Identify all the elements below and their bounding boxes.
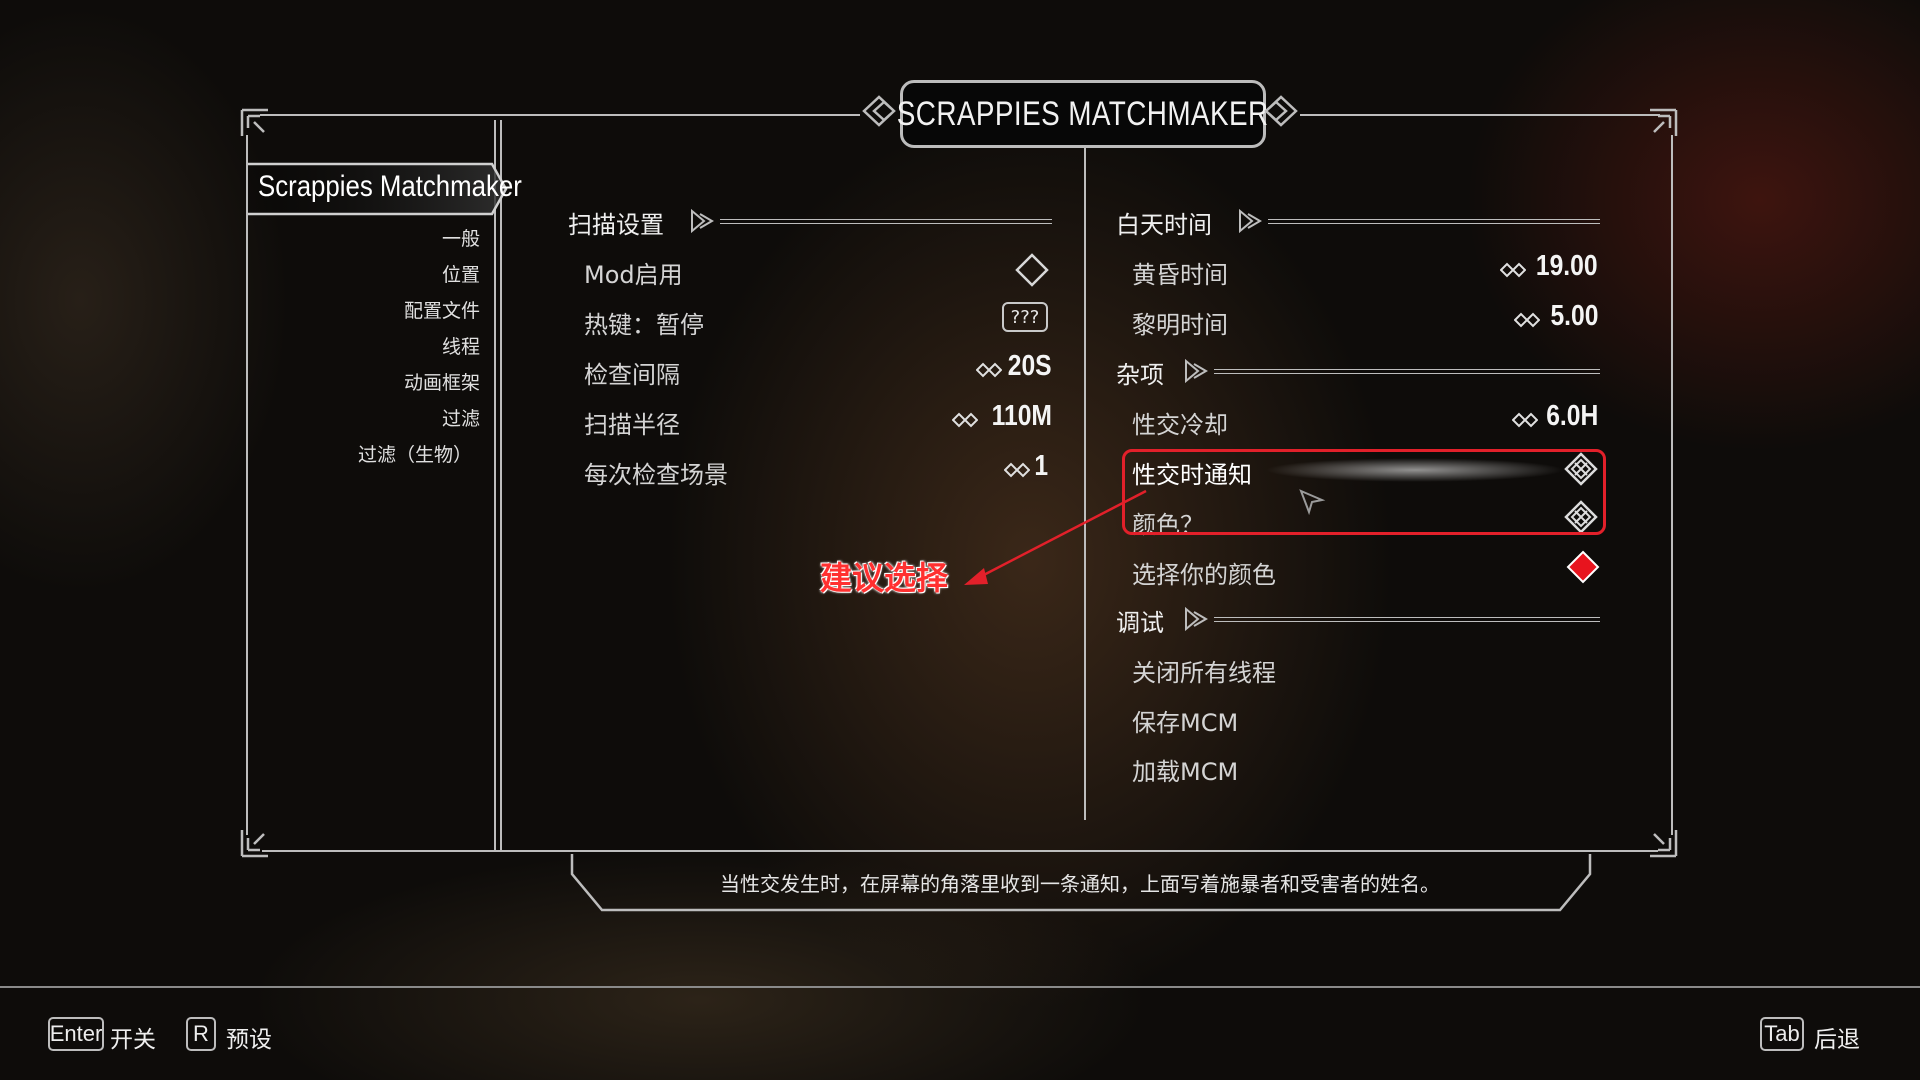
section-title-daytime: 白天时间 bbox=[1116, 211, 1212, 239]
option-load-mcm-label[interactable]: 加载MCM bbox=[1132, 752, 1238, 787]
section-title-scan-settings: 扫描设置 bbox=[568, 211, 664, 239]
frame-top-right-line bbox=[1300, 114, 1660, 116]
mouse-cursor-icon bbox=[1299, 489, 1326, 516]
option-scan-radius-value[interactable]: 110M bbox=[992, 400, 1052, 433]
section-divider bbox=[1214, 369, 1600, 374]
slider-arrows-icon bbox=[976, 362, 1002, 378]
sidebar-divider-b bbox=[500, 120, 502, 850]
option-dawn-label[interactable]: 黎明时间 bbox=[1132, 305, 1228, 340]
section-ornament-icon bbox=[691, 209, 714, 233]
section-divider bbox=[1268, 219, 1600, 224]
corner-ornament-icon bbox=[238, 106, 272, 140]
key-r-action-label[interactable]: 预设 bbox=[226, 1020, 272, 1054]
slider-arrows-icon bbox=[1500, 262, 1526, 278]
option-scan-radius-label[interactable]: 扫描半径 bbox=[584, 405, 680, 440]
slider-arrows-icon bbox=[1512, 412, 1538, 428]
option-hotkey-pause-label[interactable]: 热键：暂停 bbox=[584, 305, 704, 340]
option-scenes-per-check-label[interactable]: 每次检查场景 bbox=[584, 455, 728, 490]
slider-arrows-icon bbox=[1004, 462, 1030, 478]
key-enter-icon[interactable]: Enter bbox=[48, 1017, 104, 1051]
annotation-arrow-icon bbox=[964, 489, 1147, 585]
section-ornament-icon bbox=[1239, 209, 1262, 233]
corner-ornament-icon bbox=[238, 826, 272, 860]
option-check-interval-label[interactable]: 检查间隔 bbox=[584, 355, 680, 390]
option-description-text: 当性交发生时，在屏幕的角落里收到一条通知，上面写着施暴者和受害者的姓名。 bbox=[720, 872, 1440, 896]
window-title: SCRAPPIES MATCHMAKER bbox=[897, 94, 1269, 133]
option-save-mcm-label[interactable]: 保存MCM bbox=[1132, 703, 1238, 738]
sidebar-item-filter[interactable]: 过滤 bbox=[442, 404, 480, 431]
option-dawn-value[interactable]: 5.00 bbox=[1550, 300, 1598, 333]
corner-ornament-icon bbox=[1646, 106, 1680, 140]
section-ornament-icon bbox=[1185, 359, 1208, 383]
hotkey-value-box[interactable]: ??? bbox=[1002, 302, 1048, 332]
frame-right-line bbox=[1671, 135, 1673, 835]
key-tab-icon[interactable]: Tab bbox=[1760, 1017, 1804, 1051]
slider-arrows-icon bbox=[952, 412, 978, 428]
option-scenes-per-check-value[interactable]: 1 bbox=[1034, 450, 1048, 483]
window-title-box: SCRAPPIES MATCHMAKER bbox=[897, 80, 1269, 148]
option-cooldown-value[interactable]: 6.0H bbox=[1546, 400, 1598, 433]
sidebar-item-filter-creatures[interactable]: 过滤（生物） bbox=[358, 440, 472, 467]
section-title-misc: 杂项 bbox=[1116, 361, 1164, 389]
option-close-threads-label[interactable]: 关闭所有线程 bbox=[1132, 653, 1276, 688]
annotation-recommend-text: 建议选择 bbox=[820, 559, 949, 597]
sidebar-mod-tab-selected[interactable]: Scrappies Matchmaker bbox=[248, 162, 522, 216]
checkbox-unchecked-icon[interactable] bbox=[1014, 252, 1050, 288]
sidebar-item-location[interactable]: 位置 bbox=[442, 260, 480, 287]
section-divider bbox=[1214, 617, 1600, 622]
key-tab-action-label[interactable]: 后退 bbox=[1814, 1020, 1860, 1054]
frame-top-left-line bbox=[260, 114, 860, 116]
option-pick-color-label[interactable]: 选择你的颜色 bbox=[1132, 555, 1276, 590]
annotation-highlight-box bbox=[1122, 449, 1606, 535]
sidebar-mod-name: Scrappies Matchmaker bbox=[258, 170, 522, 203]
key-r-icon[interactable]: R bbox=[186, 1017, 216, 1051]
sidebar-item-general[interactable]: 一般 bbox=[442, 224, 480, 251]
option-cooldown-label[interactable]: 性交冷却 bbox=[1132, 405, 1228, 440]
option-dusk-value[interactable]: 19.00 bbox=[1536, 250, 1598, 283]
corner-ornament-icon bbox=[1646, 826, 1680, 860]
option-dusk-label[interactable]: 黄昏时间 bbox=[1132, 255, 1228, 290]
column-divider bbox=[1084, 148, 1086, 820]
sidebar-item-animation-framework[interactable]: 动画框架 bbox=[404, 368, 480, 395]
sidebar-item-profile[interactable]: 配置文件 bbox=[404, 296, 480, 323]
sidebar-divider-a bbox=[494, 120, 496, 850]
title-right-ornament-icon bbox=[1256, 94, 1298, 128]
color-swatch-icon[interactable] bbox=[1566, 550, 1600, 584]
option-check-interval-value[interactable]: 20S bbox=[1008, 350, 1052, 383]
key-enter-action-label[interactable]: 开关 bbox=[110, 1020, 156, 1054]
slider-arrows-icon bbox=[1514, 312, 1540, 328]
frame-left-line bbox=[246, 135, 248, 835]
section-divider bbox=[720, 219, 1052, 224]
section-title-debug: 调试 bbox=[1116, 609, 1164, 637]
section-ornament-icon bbox=[1185, 607, 1208, 631]
bottom-bar-divider bbox=[0, 986, 1920, 988]
sidebar-item-threads[interactable]: 线程 bbox=[442, 332, 480, 359]
option-mod-enable-label[interactable]: Mod启用 bbox=[584, 255, 683, 290]
